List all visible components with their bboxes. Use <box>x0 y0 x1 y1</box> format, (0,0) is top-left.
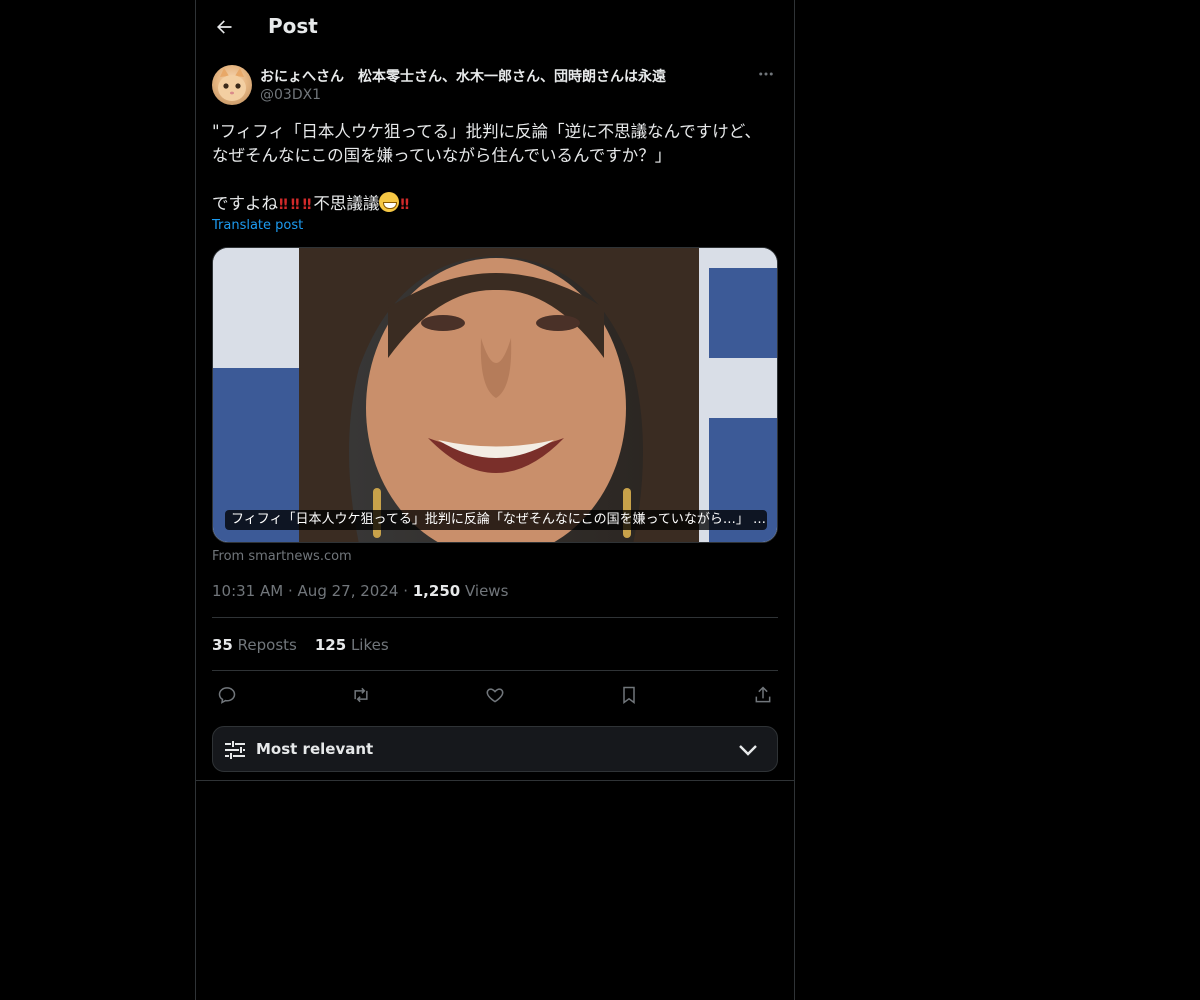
repost-button[interactable] <box>346 680 376 710</box>
post-metadata: 10:31 AM · Aug 27, 2024 · 1,250 Views <box>212 582 508 600</box>
like-button[interactable] <box>480 680 510 710</box>
translate-post-link[interactable]: Translate post <box>212 218 303 233</box>
views-count: 1,250 <box>412 582 461 600</box>
engagement-stats: 35 Reposts 125 Likes <box>212 636 389 654</box>
post-text-line3-start: ですよね <box>212 194 278 213</box>
post-text-line3: ですよね‼ ‼ ‼ 不思議議 ‼ <box>212 192 411 213</box>
reply-button[interactable] <box>212 680 242 710</box>
cat-avatar[interactable] <box>212 65 252 105</box>
post-text: "フィフィ「日本人ウケ狙ってる」批判に反論「逆に不思議なんですけど、 なぜそんな… <box>212 120 778 217</box>
double-exclamation-icon: ‼ <box>290 197 300 213</box>
reply-icon <box>218 687 236 704</box>
share-button[interactable] <box>748 680 778 710</box>
double-exclamation-icon: ‼ <box>279 197 288 213</box>
post-date[interactable]: Aug 27, 2024 <box>298 582 399 600</box>
cat-face-icon <box>218 68 246 101</box>
views-label: Views <box>464 582 509 600</box>
reposts-stat[interactable]: 35 Reposts <box>212 636 297 654</box>
media-caption: フィフィ「日本人ウケ狙ってる」批判に反論「なぜそんなにこの国を嫌っていながら…」… <box>225 510 767 530</box>
chevron-down-icon <box>739 745 757 756</box>
post-text-line1: "フィフィ「日本人ウケ狙ってる」批判に反論「逆に不思議なんですけど、 <box>212 122 761 141</box>
more-options-button[interactable] <box>754 62 778 86</box>
double-exclamation-icon: ‼ <box>302 197 312 213</box>
reposts-count: 35 <box>212 636 233 654</box>
bookmark-button[interactable] <box>614 680 644 710</box>
reply-sort-dropdown[interactable]: Most relevant <box>212 726 778 772</box>
post-text-line2: なぜそんなにこの国を嫌っていながら住んでいるんですか？」 <box>212 146 672 165</box>
arrow-left-icon <box>217 20 232 34</box>
likes-count: 125 <box>314 636 347 654</box>
grinning-sweat-emoji-icon <box>379 192 400 212</box>
separator: · <box>287 582 293 600</box>
link-card-media[interactable]: フィフィ「日本人ウケ狙ってる」批判に反論「なぜそんなにこの国を嫌っていながら…」… <box>212 247 778 543</box>
author-display-name[interactable]: おにょへさん 松本零士さん、水木一郎さん、団時朗さんは永遠 <box>260 66 666 86</box>
author-handle[interactable]: @03DX1 <box>260 87 321 103</box>
post-time[interactable]: 10:31 AM <box>212 582 283 600</box>
like-icon <box>486 688 504 703</box>
divider <box>212 670 778 671</box>
reposts-label: Reposts <box>237 636 297 654</box>
separator: · <box>403 582 408 600</box>
action-bar <box>212 680 778 710</box>
page-title: Post <box>268 14 318 38</box>
section-divider <box>196 780 794 781</box>
share-icon <box>755 686 771 703</box>
link-source[interactable]: From smartnews.com <box>212 549 352 564</box>
media-image <box>213 248 777 542</box>
post-header: Post <box>196 0 794 54</box>
repost-icon <box>354 687 368 703</box>
sort-label: Most relevant <box>256 740 374 758</box>
likes-stat[interactable]: 125 Likes <box>315 636 389 654</box>
likes-label: Likes <box>350 636 389 654</box>
bookmark-icon <box>623 686 635 704</box>
sliders-icon <box>225 741 245 759</box>
main-column: Post おにょへさん 松本零士さん、水木一郎さん、団時朗さんは永遠 @03DX… <box>195 0 795 1000</box>
double-exclamation-icon: ‼ <box>400 197 409 213</box>
back-button[interactable] <box>208 11 240 43</box>
divider <box>212 617 778 618</box>
post-text-line3-end: 不思議議 <box>313 194 380 213</box>
more-icon <box>759 72 773 76</box>
